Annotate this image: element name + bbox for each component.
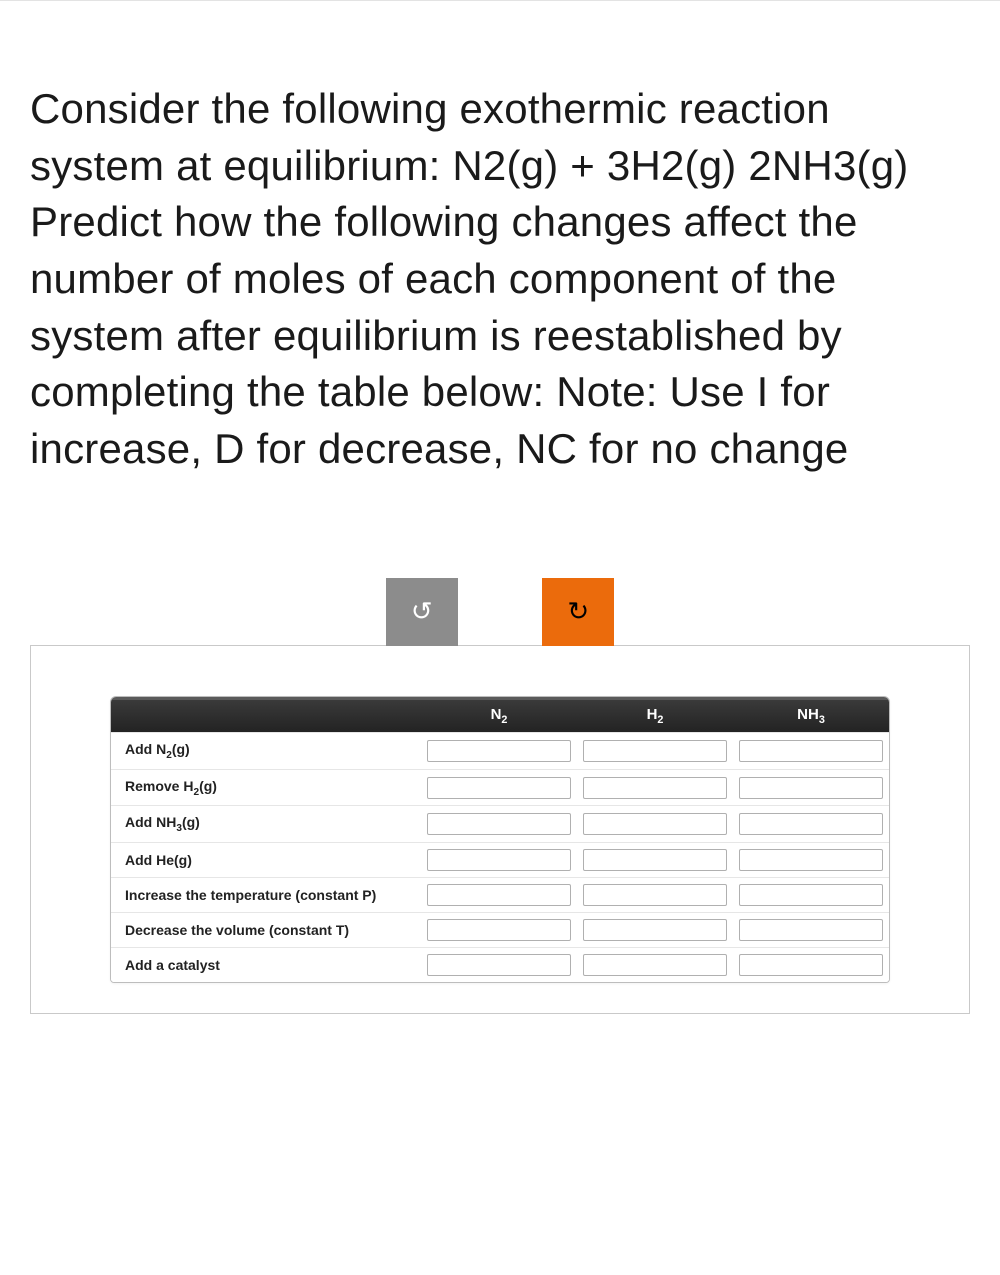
header-blank: [111, 700, 421, 732]
cell-input-nh3[interactable]: [739, 849, 883, 871]
action-controls: ↺ ↻: [0, 578, 1000, 646]
cell-input-nh3[interactable]: [739, 884, 883, 906]
question-text: Consider the following exothermic reacti…: [30, 81, 970, 478]
cell-input-h2[interactable]: [583, 777, 727, 799]
cell-input-n2[interactable]: [427, 813, 571, 835]
header-h2: H2: [577, 700, 733, 732]
answer-panel: N2 H2 NH3 Add N2(g) Remove H2(g) Add NH3…: [30, 645, 970, 1014]
cell-input-nh3[interactable]: [739, 777, 883, 799]
table-row: Add He(g): [111, 842, 889, 877]
redo-button[interactable]: ↻: [542, 578, 614, 646]
table-row: Add a catalyst: [111, 947, 889, 982]
cell-input-n2[interactable]: [427, 740, 571, 762]
equilibrium-table: N2 H2 NH3 Add N2(g) Remove H2(g) Add NH3…: [110, 696, 890, 983]
row-label: Increase the temperature (constant P): [111, 883, 421, 907]
row-label: Add NH3(g): [111, 810, 421, 838]
redo-icon: ↻: [567, 596, 589, 627]
cell-input-nh3[interactable]: [739, 740, 883, 762]
row-label: Decrease the volume (constant T): [111, 918, 421, 942]
row-label: Add N2(g): [111, 737, 421, 765]
table-row: Remove H2(g): [111, 769, 889, 806]
cell-input-n2[interactable]: [427, 777, 571, 799]
row-label: Remove H2(g): [111, 774, 421, 802]
cell-input-nh3[interactable]: [739, 919, 883, 941]
undo-button[interactable]: ↺: [386, 578, 458, 646]
cell-input-h2[interactable]: [583, 954, 727, 976]
table-row: Add NH3(g): [111, 805, 889, 842]
cell-input-h2[interactable]: [583, 740, 727, 762]
cell-input-h2[interactable]: [583, 813, 727, 835]
header-nh3: NH3: [733, 700, 889, 732]
cell-input-nh3[interactable]: [739, 813, 883, 835]
cell-input-n2[interactable]: [427, 954, 571, 976]
row-label: Add He(g): [111, 848, 421, 872]
cell-input-h2[interactable]: [583, 919, 727, 941]
undo-icon: ↺: [411, 596, 433, 627]
table-row: Add N2(g): [111, 732, 889, 769]
row-label: Add a catalyst: [111, 953, 421, 977]
table-row: Increase the temperature (constant P): [111, 877, 889, 912]
cell-input-nh3[interactable]: [739, 954, 883, 976]
cell-input-n2[interactable]: [427, 919, 571, 941]
cell-input-h2[interactable]: [583, 849, 727, 871]
question-block: Consider the following exothermic reacti…: [0, 1, 1000, 518]
header-n2: N2: [421, 700, 577, 732]
table-row: Decrease the volume (constant T): [111, 912, 889, 947]
cell-input-n2[interactable]: [427, 884, 571, 906]
table-header-row: N2 H2 NH3: [111, 697, 889, 732]
cell-input-h2[interactable]: [583, 884, 727, 906]
cell-input-n2[interactable]: [427, 849, 571, 871]
